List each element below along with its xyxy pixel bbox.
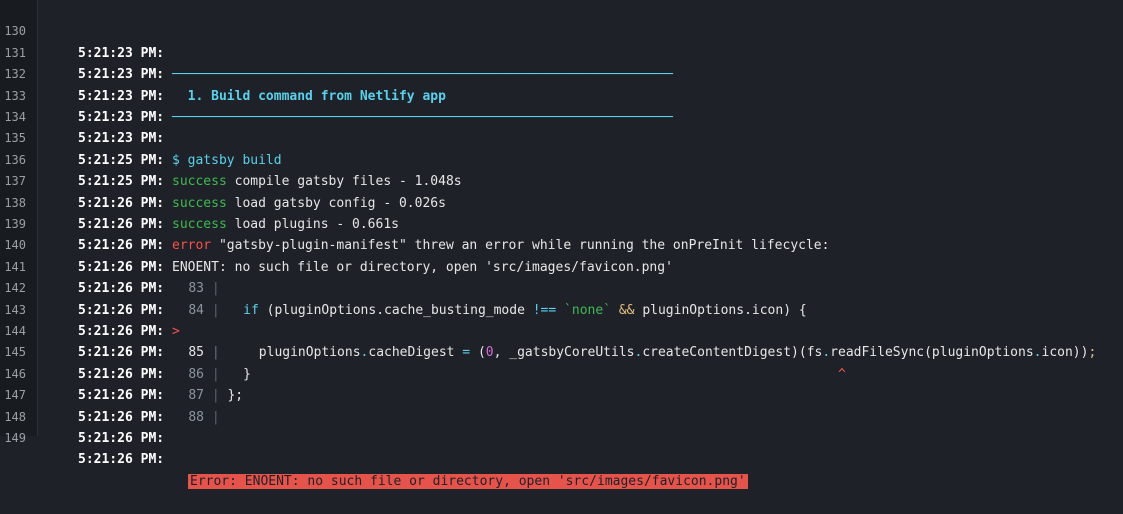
- log-line: 133 5:21:23 PM:: [0, 64, 1123, 125]
- log-line: 148 5:21:26 PM:: [0, 385, 1123, 446]
- log-line: 140 5:21:26 PM: 83 |: [0, 214, 1123, 296]
- deploy-log: 130 5:21:23 PM: ────────────────────────…: [0, 0, 1123, 489]
- log-line: 144 5:21:26 PM: 86 | }: [0, 300, 1123, 382]
- log-line: 143 5:21:26 PM: | ^: [0, 278, 1123, 382]
- log-line: 135 5:21:25 PM: success compile gatsby f…: [0, 107, 1123, 189]
- log-line: 149 5:21:26 PM: Error: ENOENT: no such f…: [0, 407, 1123, 489]
- log-line: 132 5:21:23 PM: ────────────────────────…: [0, 43, 1123, 125]
- log-line: 147 5:21:26 PM:: [0, 364, 1123, 424]
- log-line: 137 5:21:26 PM: success load plugins - 0…: [0, 150, 1123, 232]
- log-line: 130 5:21:23 PM: ────────────────────────…: [0, 0, 1123, 82]
- log-line: 146 5:21:26 PM: 88 |: [0, 342, 1123, 425]
- log-line: 142 5:21:26 PM: > 85 | pluginOptions.cac…: [0, 257, 1123, 360]
- log-line: 139 5:21:26 PM: ENOENT: no such file or …: [0, 193, 1123, 275]
- log-line: 134 5:21:23 PM: $ gatsby build: [0, 86, 1123, 168]
- log-line: 136 5:21:25 PM: success load gatsby conf…: [0, 128, 1123, 211]
- line-number[interactable]: 149: [0, 428, 26, 449]
- log-line: 131 5:21:23 PM: 1. Build command from Ne…: [0, 21, 1123, 104]
- log-line: 145 5:21:26 PM: 87 | };: [0, 321, 1123, 403]
- timestamp: 5:21:26 PM:: [78, 431, 165, 446]
- error-message-box: Error: ENOENT: no such file or directory…: [188, 473, 748, 489]
- log-line: 138 5:21:26 PM: error "gatsby-plugin-man…: [0, 171, 1123, 254]
- log-line: 141 5:21:26 PM: 84 | if (pluginOptions.c…: [0, 235, 1123, 318]
- timestamp: 5:21:26 PM:: [78, 452, 165, 468]
